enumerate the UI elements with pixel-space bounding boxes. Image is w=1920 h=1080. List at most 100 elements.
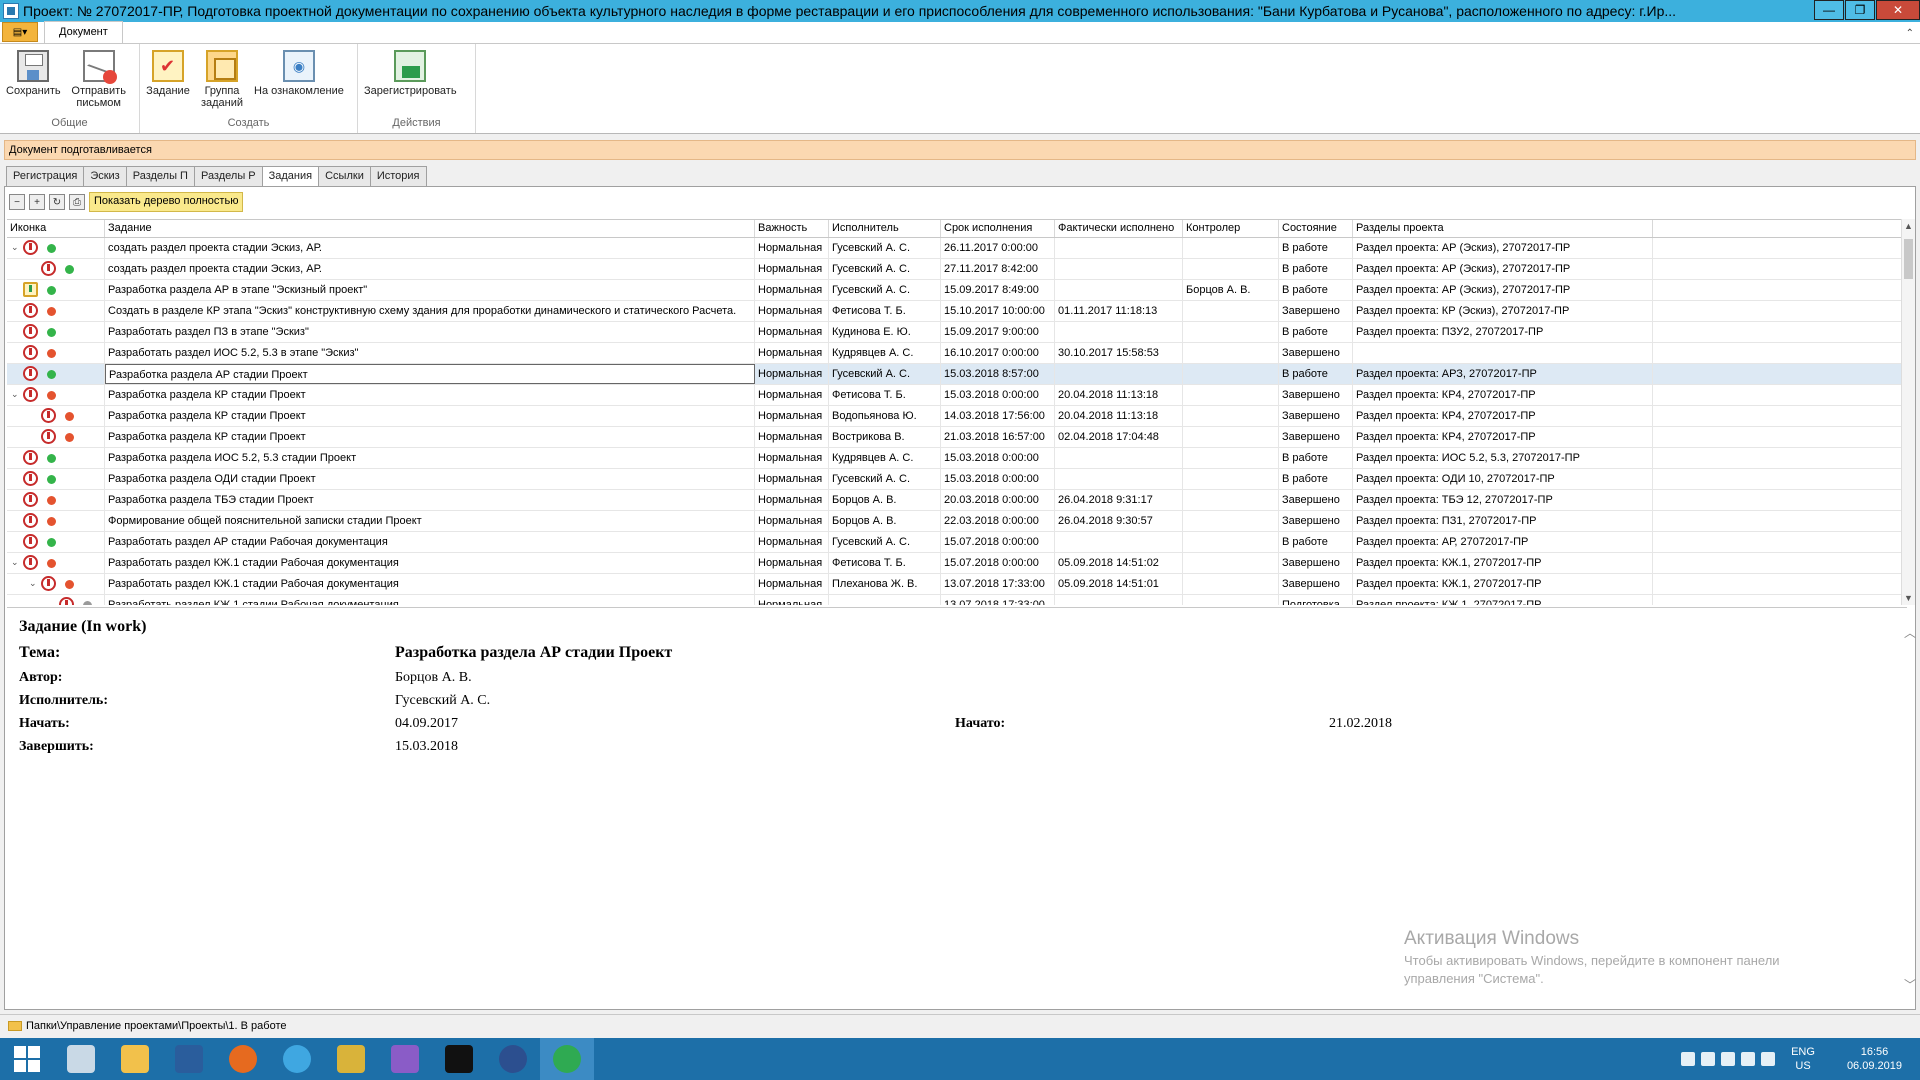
clock[interactable]: 16:56 06.09.2019 (1847, 1045, 1902, 1073)
tab-document[interactable]: Документ (44, 21, 123, 43)
security-icon[interactable] (1681, 1052, 1696, 1066)
table-row[interactable]: Разработка раздела ТБЭ стадии Проект Норм… (7, 490, 1907, 511)
detail-scroll-down-icon[interactable]: ﹀ (1904, 976, 1916, 993)
table-row[interactable]: Разработка раздела КР стадии Проект Норма… (7, 406, 1907, 427)
done-cell (1055, 238, 1183, 258)
network-icon[interactable] (1721, 1052, 1736, 1066)
language-indicator[interactable]: ENG US (1791, 1045, 1815, 1073)
ribbon-minimize-icon[interactable]: ⌃ (1906, 28, 1914, 39)
expand-chevron-icon[interactable]: ⌄ (29, 578, 37, 589)
table-row[interactable]: Разработка раздела АР в этапе "Эскизный … (7, 280, 1907, 301)
column-header-controller[interactable]: Контролер (1183, 220, 1279, 237)
taskbar-file-explorer[interactable] (108, 1038, 162, 1080)
column-header-done[interactable]: Фактически исполнено (1055, 220, 1183, 237)
volume-icon[interactable] (1761, 1052, 1776, 1066)
taskbar-tools[interactable] (324, 1038, 378, 1080)
expand-all-icon[interactable]: + (29, 194, 45, 210)
scroll-up-icon[interactable]: ▲ (1904, 221, 1913, 231)
expand-chevron-icon[interactable]: ⌄ (11, 242, 19, 253)
taskbar-powershell[interactable] (162, 1038, 216, 1080)
tab-sections-r[interactable]: Разделы Р (193, 166, 263, 187)
table-row[interactable]: Разработка раздела ОДИ стадии Проект Норм… (7, 469, 1907, 490)
table-row[interactable]: Разработка раздела КР стадии Проект Норма… (7, 427, 1907, 448)
sections-cell: Раздел проекта: КЖ.1, 27072017-ПР (1353, 574, 1653, 594)
expand-chevron-icon[interactable]: ⌄ (11, 557, 19, 568)
controller-cell (1183, 511, 1279, 531)
keyboard-icon[interactable] (1701, 1052, 1716, 1066)
table-row[interactable]: Разработать раздел ИОС 5.2, 5.3 в этапе … (7, 343, 1907, 364)
close-button[interactable]: ✕ (1876, 0, 1920, 20)
importance-cell: Нормальная (755, 448, 829, 468)
tab-sketch[interactable]: Эскиз (83, 166, 127, 187)
done-cell: 26.04.2018 9:30:57 (1055, 511, 1183, 531)
grid-toolbar: − + ↻ ⎙ Показать дерево полностью (9, 191, 244, 213)
show-full-tree-button[interactable]: Показать дерево полностью (89, 192, 244, 212)
task-type-icon (23, 450, 38, 465)
send-for-review-button[interactable]: На ознакомление (250, 48, 348, 117)
taskbar-cmd[interactable] (432, 1038, 486, 1080)
done-cell: 26.04.2018 9:31:17 (1055, 490, 1183, 510)
icon-cell (7, 301, 105, 321)
table-row[interactable]: Разработать раздел КЖ.1 стадии Рабочая д… (7, 595, 1907, 605)
table-row[interactable]: создать раздел проекта стадии Эскиз, АР.… (7, 259, 1907, 280)
taskbar-visual-studio[interactable] (378, 1038, 432, 1080)
table-row[interactable]: Разработка раздела ИОС 5.2, 5.3 стадии П… (7, 448, 1907, 469)
table-row[interactable]: Разработать раздел АР стадии Рабочая док… (7, 532, 1907, 553)
table-row[interactable]: Создать в разделе КР этапа "Эскиз" конст… (7, 301, 1907, 322)
task-cell: создать раздел проекта стадии Эскиз, АР. (105, 259, 755, 279)
column-header-due[interactable]: Срок исполнения (941, 220, 1055, 237)
save-button[interactable]: Сохранить (2, 48, 65, 117)
icon-cell (7, 511, 105, 531)
grid-scrollbar[interactable]: ▲ ▼ (1901, 219, 1915, 605)
executor-cell: Гусевский А. С. (829, 532, 941, 552)
column-header-sections[interactable]: Разделы проекта (1353, 220, 1653, 237)
folder-path[interactable]: Папки\Управление проектами\Проекты\1. В … (26, 1020, 287, 1032)
tab-registration[interactable]: Регистрация (6, 166, 85, 187)
tab-history[interactable]: История (369, 166, 427, 187)
minimize-button[interactable]: — (1814, 0, 1844, 20)
column-header-state[interactable]: Состояние (1279, 220, 1353, 237)
create-task-button[interactable]: Задание (142, 48, 194, 117)
tab-links[interactable]: Ссылки (318, 166, 371, 187)
create-task-group-button[interactable]: Группа заданий (194, 48, 250, 117)
ribbon-body: Сохранить Отправить письмом Общие Задани… (0, 44, 1920, 134)
register-button[interactable]: Зарегистрировать (360, 48, 461, 117)
status-dot-icon (65, 265, 74, 274)
scroll-thumb[interactable] (1904, 239, 1913, 279)
taskbar-infinity-app[interactable] (486, 1038, 540, 1080)
taskbar-firefox[interactable] (216, 1038, 270, 1080)
finish-value: 15.03.2018 (395, 739, 458, 754)
tab-sections-p[interactable]: Разделы П (125, 166, 195, 187)
tab-tasks[interactable]: Задания (261, 166, 320, 188)
detail-scroll-up-icon[interactable]: ︿ (1904, 624, 1916, 641)
table-row[interactable]: ⌄ Разработать раздел КЖ.1 стадии Рабочая … (7, 553, 1907, 574)
column-header-task[interactable]: Задание (105, 220, 755, 237)
flag-icon[interactable] (1741, 1052, 1756, 1066)
refresh-icon[interactable]: ↻ (49, 194, 65, 210)
state-cell: Завершено (1279, 301, 1353, 321)
expand-chevron-icon[interactable]: ⌄ (11, 389, 19, 400)
column-header-icon[interactable]: Иконка (7, 220, 105, 237)
table-row[interactable]: Разработка раздела АР стадии Проект Норма… (7, 364, 1907, 385)
taskbar-server-manager[interactable] (54, 1038, 108, 1080)
app-menu-button[interactable]: ▤▾ (2, 22, 38, 42)
maximize-button[interactable]: ❐ (1845, 0, 1875, 20)
table-row[interactable]: ⌄ создать раздел проекта стадии Эскиз, АР… (7, 238, 1907, 259)
scroll-down-icon[interactable]: ▼ (1904, 593, 1913, 603)
taskbar-green-app[interactable] (540, 1038, 594, 1080)
collapse-all-icon[interactable]: − (9, 194, 25, 210)
print-icon[interactable]: ⎙ (69, 194, 85, 210)
importance-cell: Нормальная (755, 511, 829, 531)
table-row[interactable]: Разработать раздел ПЗ в этапе "Эскиз" Нор… (7, 322, 1907, 343)
task-type-icon (23, 366, 38, 381)
watermark-text: Чтобы активировать Windows, перейдите в … (1404, 953, 1780, 986)
table-row[interactable]: ⌄ Разработать раздел КЖ.1 стадии Рабочая … (7, 574, 1907, 595)
column-header-executor[interactable]: Исполнитель (829, 220, 941, 237)
column-header-importance[interactable]: Важность (755, 220, 829, 237)
taskbar-internet-explorer[interactable] (270, 1038, 324, 1080)
app-icon[interactable] (3, 3, 19, 19)
send-mail-button[interactable]: Отправить письмом (65, 48, 133, 117)
table-row[interactable]: Формирование общей пояснительной записки… (7, 511, 1907, 532)
start-button[interactable] (0, 1038, 54, 1080)
table-row[interactable]: ⌄ Разработка раздела КР стадии Проект Норм… (7, 385, 1907, 406)
